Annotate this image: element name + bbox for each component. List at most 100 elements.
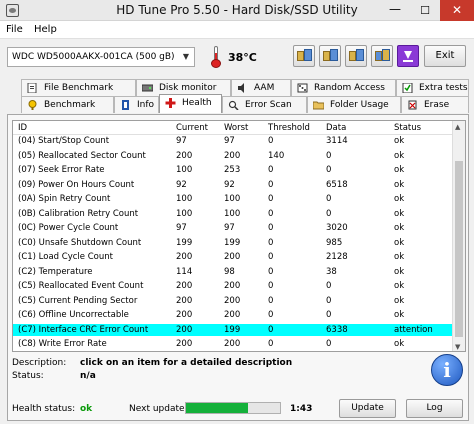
tab-erase[interactable]: Erase — [401, 96, 469, 113]
table-cell: 0 — [268, 237, 274, 248]
table-cell: 200 — [224, 295, 241, 306]
update-button[interactable]: Update — [339, 399, 396, 418]
close-button[interactable]: ✕ — [440, 0, 474, 21]
error-scan-icon — [228, 100, 239, 110]
table-cell: 200 — [176, 150, 193, 161]
tab-aam[interactable]: AAM — [231, 79, 291, 96]
table-cell: 0 — [326, 150, 332, 161]
table-cell: (04) Start/Stop Count — [18, 136, 110, 146]
next-update-label: Next update: — [129, 404, 188, 414]
tab-health[interactable]: Health — [159, 94, 222, 113]
table-cell: 0 — [268, 179, 274, 190]
table-cell: ok — [394, 237, 405, 248]
table-cell: 0 — [326, 295, 332, 306]
tab-folder-usage[interactable]: Folder Usage — [307, 96, 401, 113]
next-update-time: 1:43 — [290, 404, 313, 414]
table-cell: ok — [394, 136, 405, 146]
table-row[interactable]: (04) Start/Stop Count 97 97 0 3114 ok — [13, 135, 453, 148]
log-button[interactable]: Log — [406, 399, 463, 418]
tab-file-benchmark[interactable]: File Benchmark — [21, 79, 136, 96]
column-header[interactable]: Data — [326, 123, 346, 133]
table-cell: 985 — [326, 237, 343, 248]
table-cell: 38 — [326, 266, 337, 277]
scroll-down-arrow-icon[interactable]: ▼ — [455, 343, 460, 351]
table-cell: 200 — [224, 150, 241, 161]
tab-extra-tests[interactable]: Extra tests — [396, 79, 469, 96]
table-row[interactable]: (0B) Calibration Retry Count 100 100 0 0 ok — [13, 208, 453, 221]
table-cell: ok — [394, 266, 405, 277]
table-row[interactable]: (C0) Unsafe Shutdown Count 199 199 0 985 ok — [13, 237, 453, 250]
vertical-scrollbar[interactable]: ▲ ▼ — [452, 121, 465, 351]
save-icon[interactable] — [319, 45, 341, 67]
tab-error-scan[interactable]: Error Scan — [222, 96, 307, 113]
health-panel: ID Current Worst Threshold Data Status (… — [7, 114, 469, 421]
table-row[interactable]: (C2) Temperature 114 98 0 38 ok — [13, 266, 453, 279]
table-cell: 0 — [326, 194, 332, 204]
table-row[interactable]: (C5) Current Pending Sector 200 200 0 0 ok — [13, 295, 453, 308]
table-cell: (C7) Interface CRC Error Count — [18, 324, 149, 335]
progress-fill — [186, 403, 249, 413]
scroll-up-arrow-icon[interactable]: ▲ — [455, 123, 460, 131]
tab-benchmark[interactable]: Benchmark — [21, 96, 114, 113]
random-access-icon — [297, 83, 308, 93]
table-row[interactable]: (C7) Interface CRC Error Count 200 199 0 633… — [13, 323, 453, 336]
table-cell: 97 — [224, 136, 235, 146]
chevron-down-icon[interactable]: ▼ — [178, 48, 194, 66]
table-row[interactable]: (C1) Load Cycle Count 200 200 0 2128 ok — [13, 251, 453, 264]
table-cell: 253 — [224, 165, 241, 175]
table-cell: (C8) Write Error Rate — [18, 339, 107, 349]
minimize-button[interactable]: — — [380, 0, 410, 21]
download-icon[interactable] — [397, 45, 419, 67]
table-row[interactable]: (C6) Offline Uncorrectable 200 200 0 0 ok — [13, 309, 453, 322]
menu-file[interactable]: File — [6, 24, 23, 35]
table-cell: 200 — [224, 281, 241, 291]
copy-icon[interactable] — [293, 45, 315, 67]
column-header[interactable]: Worst — [224, 123, 248, 133]
table-cell: (C0) Unsafe Shutdown Count — [18, 237, 142, 248]
copy-screenshot-icon[interactable] — [345, 45, 367, 67]
save-screenshot-icon[interactable] — [371, 45, 393, 67]
table-cell: 114 — [176, 266, 193, 277]
table-cell: (0C) Power Cycle Count — [18, 223, 119, 233]
table-cell: 0 — [268, 295, 274, 306]
table-cell: 3114 — [326, 136, 348, 146]
table-cell: 200 — [176, 252, 193, 262]
table-cell: 200 — [176, 281, 193, 291]
drive-select[interactable]: WDC WD5000AAKX-001CA (500 gB) ▼ — [7, 47, 195, 67]
table-cell: attention — [394, 324, 433, 335]
table-row[interactable]: (0A) Spin Retry Count 100 100 0 0 ok — [13, 193, 453, 206]
drive-select-value: WDC WD5000AAKX-001CA (500 gB) — [12, 52, 175, 62]
table-row[interactable]: (09) Power On Hours Count 92 92 0 6518 ok — [13, 179, 453, 192]
table-cell: 97 — [176, 136, 187, 146]
table-cell: ok — [394, 310, 405, 320]
table-row[interactable]: (07) Seek Error Rate 100 253 0 0 ok — [13, 164, 453, 177]
table-row[interactable]: (C5) Reallocated Event Count 200 200 0 0 ok — [13, 280, 453, 293]
table-cell: 0 — [326, 281, 332, 291]
table-cell: 0 — [326, 339, 332, 349]
table-row[interactable]: (0C) Power Cycle Count 97 97 0 3020 ok — [13, 222, 453, 235]
table-cell: 199 — [176, 237, 193, 248]
tab-random-access[interactable]: Random Access — [291, 79, 396, 96]
tab-info[interactable]: Info — [114, 96, 159, 113]
column-header[interactable]: Status — [394, 123, 421, 133]
exit-button[interactable]: Exit — [424, 45, 466, 67]
table-cell: 0 — [268, 136, 274, 146]
table-row[interactable]: (C8) Write Error Rate 200 200 0 0 ok — [13, 338, 453, 351]
table-cell: ok — [394, 150, 405, 161]
scrollbar-thumb[interactable] — [455, 161, 463, 337]
table-row[interactable]: (05) Reallocated Sector Count 200 200 140 0 o… — [13, 150, 453, 163]
table-cell: 100 — [176, 165, 193, 175]
column-header[interactable]: Threshold — [268, 123, 310, 133]
column-header[interactable]: ID — [18, 123, 27, 133]
table-cell: (0A) Spin Retry Count — [18, 194, 111, 204]
disk-monitor-icon — [142, 84, 153, 92]
table-cell: 199 — [224, 237, 241, 248]
table-cell: ok — [394, 295, 405, 306]
temperature-value: 38°C — [228, 51, 257, 64]
maximize-button[interactable]: ☐ — [410, 0, 440, 21]
table-cell: 0 — [326, 310, 332, 320]
column-header[interactable]: Current — [176, 123, 208, 133]
toolbar: WDC WD5000AAKX-001CA (500 gB) ▼ 38°C Exi… — [0, 39, 474, 75]
menu-help[interactable]: Help — [34, 24, 57, 35]
table-cell: 0 — [326, 165, 332, 175]
